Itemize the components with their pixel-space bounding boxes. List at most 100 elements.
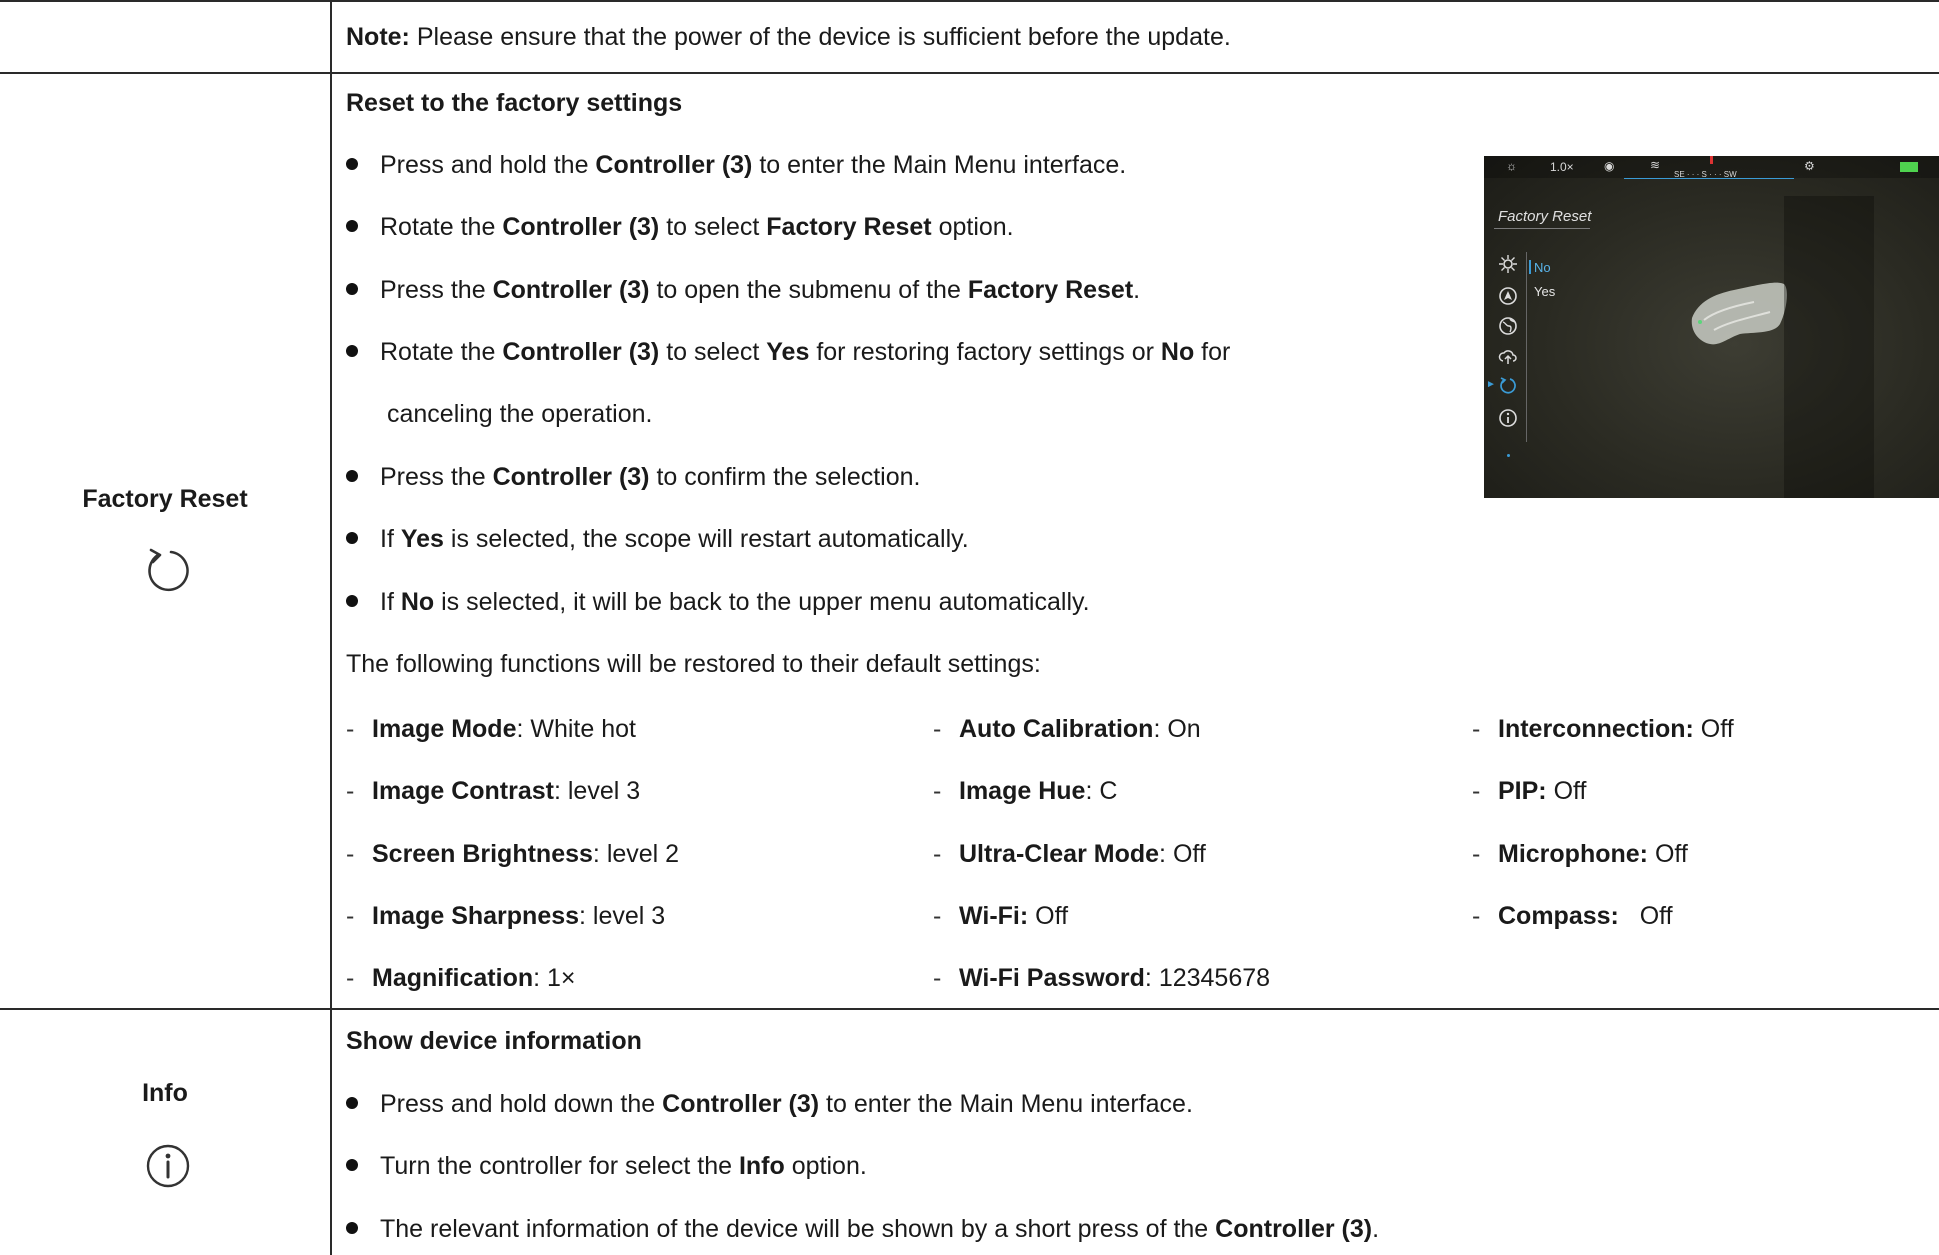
default-name: Interconnection:	[1498, 715, 1694, 743]
bullet-dot	[346, 595, 358, 608]
default-value: : 12345678	[1144, 964, 1271, 992]
step-bold: Controller (3)	[595, 151, 753, 179]
device-menu-separator	[1526, 252, 1527, 442]
bullet-dot	[346, 1159, 358, 1172]
globe-icon	[1499, 317, 1517, 335]
step-bold: Yes	[400, 525, 444, 553]
default-item: - Ultra-Clear Mode: Off	[933, 840, 1206, 868]
wifi-icon: ≋	[1650, 158, 1661, 172]
default-name: Ultra-Clear Mode	[959, 840, 1160, 868]
step-bold: No	[1160, 338, 1195, 366]
compass-underline	[1624, 178, 1794, 179]
list-item-continuation: canceling the operation.	[387, 400, 653, 428]
list-item: Turn the controller for select the Info …	[346, 1151, 867, 1181]
step-bold: Controller (3)	[492, 276, 650, 304]
option-yes: Yes	[1534, 284, 1556, 299]
default-item: - Wi-Fi Password: 12345678	[933, 964, 1271, 992]
sun-icon: ☼	[1506, 159, 1517, 173]
thermal-animal-image	[1691, 282, 1787, 345]
factory-reset-heading: Reset to the factory settings	[346, 89, 683, 117]
step-text: Press the	[380, 276, 493, 304]
column-divider	[330, 0, 332, 1255]
device-title-underline	[1494, 228, 1590, 229]
table-top-border	[0, 0, 1939, 2]
step-bold: Controller (3)	[502, 338, 660, 366]
option-no: No	[1534, 260, 1551, 275]
default-item: - Wi-Fi: Off	[933, 902, 1069, 930]
default-name: Magnification	[372, 964, 534, 992]
step-bold: Factory Reset	[967, 276, 1134, 304]
default-value: : On	[1153, 715, 1201, 743]
step-text: is selected, it will be back to the uppe…	[434, 588, 1090, 616]
step-text: is selected, the scope will restart auto…	[443, 525, 969, 553]
row-divider-factory-reset	[0, 1008, 1939, 1010]
step-text: option.	[931, 213, 1014, 241]
default-value: Off	[1693, 715, 1734, 743]
default-item: - PIP: Off	[1472, 777, 1587, 805]
step-text: Turn the controller for select the	[380, 1152, 739, 1180]
bullet-dot	[346, 283, 358, 296]
step-text: .	[1372, 1215, 1380, 1243]
step-text: Rotate the	[380, 338, 503, 366]
defaults-intro: The following functions will be restored…	[346, 650, 1041, 678]
default-value: Off	[1618, 902, 1673, 930]
navigation-icon	[1499, 287, 1517, 305]
default-value: : 1×	[533, 964, 576, 992]
default-name: Microphone:	[1498, 840, 1648, 868]
default-name: Wi-Fi Password	[959, 964, 1145, 992]
step-text: to confirm the selection.	[649, 463, 921, 491]
default-value: : White hot	[516, 715, 636, 743]
default-item: - Auto Calibration: On	[933, 715, 1201, 743]
default-value: : Off	[1159, 840, 1206, 868]
list-item: Press and hold the Controller (3) to ent…	[346, 150, 1126, 180]
bullet-dot	[346, 220, 358, 233]
default-name: Image Sharpness	[372, 902, 580, 930]
bullet-dot	[346, 532, 358, 545]
default-value: : level 3	[579, 902, 666, 930]
bullet-dot	[346, 470, 358, 483]
step-bold: Controller (3)	[662, 1090, 820, 1118]
reset-icon	[1500, 377, 1516, 394]
step-text: Rotate the	[380, 213, 503, 241]
gear-icon: ⚙	[1804, 159, 1815, 173]
device-menu-title: Factory Reset	[1498, 208, 1592, 225]
default-name: Image Hue	[959, 777, 1086, 805]
note-label: Note:	[346, 23, 410, 51]
step-bold: Controller (3)	[492, 463, 650, 491]
step-text: for restoring factory settings or	[809, 338, 1161, 366]
bullet-dot	[346, 1097, 358, 1110]
eye-icon: ◉	[1604, 159, 1615, 173]
list-item: Press and hold down the Controller (3) t…	[346, 1089, 1193, 1119]
default-item: - Microphone: Off	[1472, 840, 1688, 868]
step-text: Press the	[380, 463, 493, 491]
step-text: to open the submenu of the	[649, 276, 968, 304]
device-screenshot: ☼ 1.0× ◉ ≋ SE · · · S · · · SW ⚙ Factory…	[1484, 156, 1939, 498]
default-name: Screen Brightness	[372, 840, 593, 868]
list-item: Press the Controller (3) to open the sub…	[346, 275, 1140, 305]
step-text: If	[380, 525, 401, 553]
default-name: Wi-Fi:	[959, 902, 1029, 930]
tree-trunk-shadow	[1784, 196, 1874, 498]
reset-icon	[148, 548, 189, 592]
step-text: option.	[784, 1152, 867, 1180]
default-item: - Image Sharpness: level 3	[346, 902, 666, 930]
page-indicator-dot	[1507, 454, 1510, 457]
list-item: The relevant information of the device w…	[346, 1214, 1379, 1244]
default-name: Image Mode	[372, 715, 517, 743]
step-text: Press and hold down the	[380, 1090, 663, 1118]
list-item: Rotate the Controller (3) to select Yes …	[346, 337, 1230, 367]
row-divider-note	[0, 72, 1939, 74]
step-bold: No	[400, 588, 435, 616]
menu-selection-arrow: ►	[1486, 379, 1496, 390]
list-item: Rotate the Controller (3) to select Fact…	[346, 212, 1014, 242]
upload-icon	[1498, 350, 1517, 364]
step-text: If	[380, 588, 401, 616]
compass-marker	[1710, 156, 1713, 164]
default-name: PIP:	[1498, 777, 1547, 805]
info-section-name: Info	[142, 1079, 188, 1107]
step-bold: Factory Reset	[766, 213, 932, 241]
step-text: The relevant information of the device w…	[380, 1215, 1216, 1243]
bullet-dot	[346, 158, 358, 171]
default-item: - Compass: Off	[1472, 902, 1673, 930]
default-value: Off	[1028, 902, 1069, 930]
